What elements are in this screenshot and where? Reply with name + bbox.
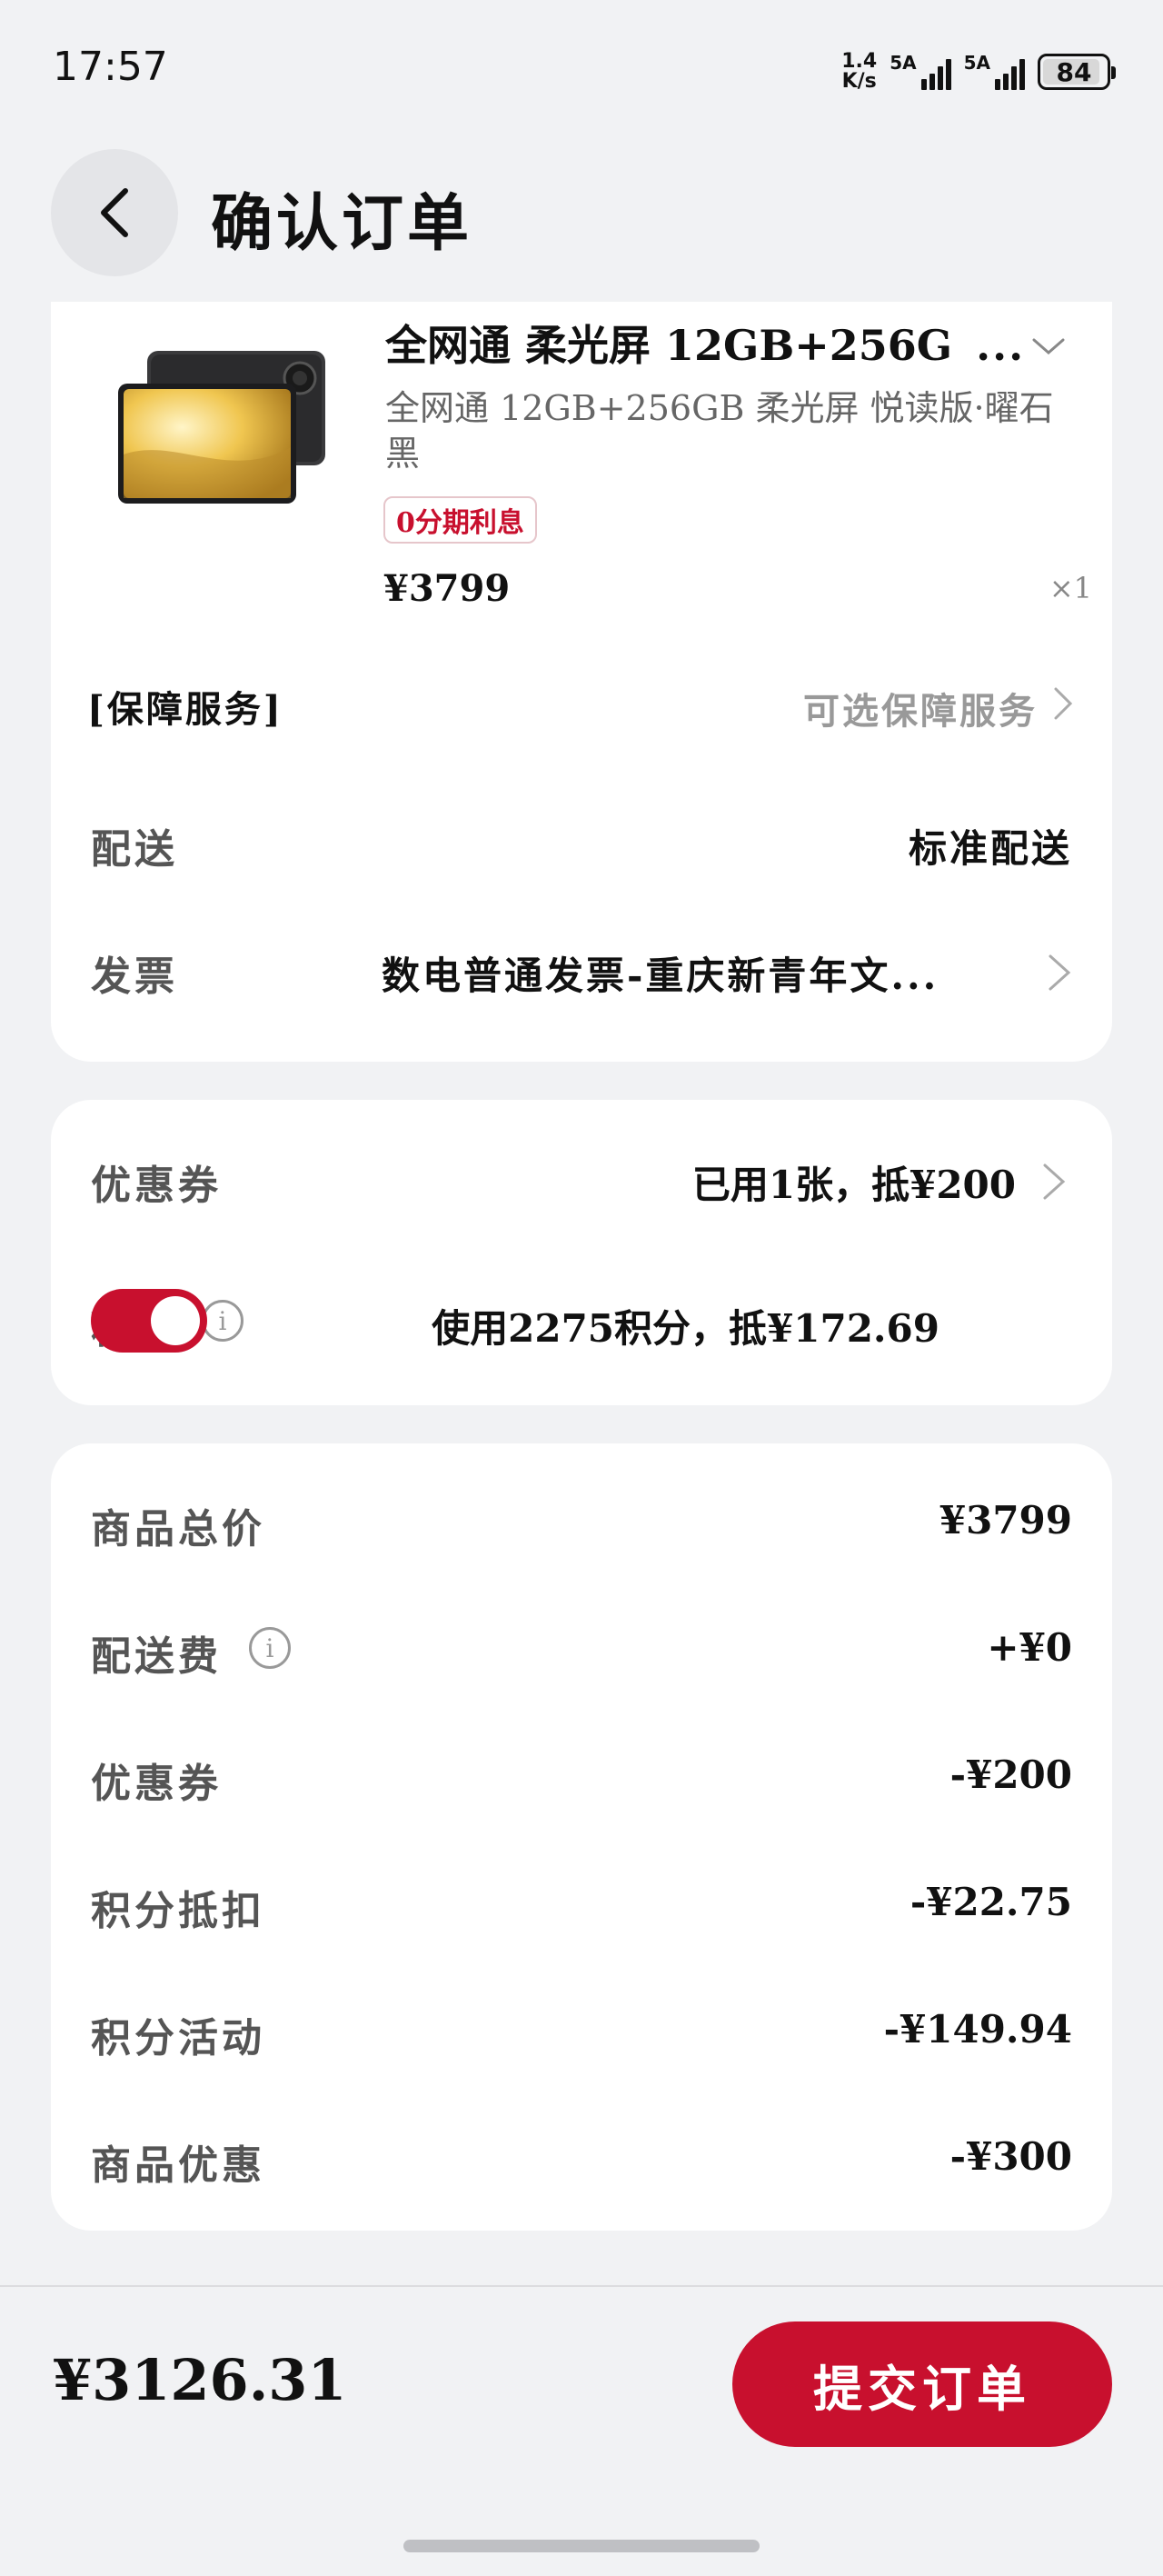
chevron-right-icon: [1043, 1163, 1066, 1200]
signal-icon: 5A: [890, 54, 951, 90]
points-toggle[interactable]: [91, 1289, 207, 1353]
summary-row: 商品总价 ¥3799: [91, 1498, 1072, 1553]
battery-icon: 84: [1038, 54, 1116, 90]
chevron-right-icon: [1049, 954, 1071, 991]
back-button[interactable]: [51, 149, 178, 276]
submit-order-button[interactable]: 提交订单: [732, 2321, 1112, 2447]
service-value: 可选保障服务: [803, 690, 1038, 733]
status-time: 17:57: [53, 44, 168, 90]
product-image[interactable]: [111, 345, 334, 545]
invoice-value: 数电普通发票-重庆新青年文...: [382, 954, 939, 998]
coupon-value: 已用1张，抵¥200: [691, 1163, 1016, 1207]
price-summary-card: 商品总价 ¥3799 配送费 i +¥0 优惠券 -¥200 积分抵扣 -¥22…: [51, 1443, 1112, 2231]
chevron-down-icon[interactable]: [1030, 336, 1067, 358]
coupon-label: 优惠券: [91, 1163, 222, 1209]
signal-icon: 5A: [964, 54, 1025, 90]
summary-row: 积分活动 -¥149.94: [91, 2007, 1072, 2062]
discount-card: 优惠券 已用1张，抵¥200 积分 i 使用2275积分，抵¥172.69: [51, 1100, 1112, 1405]
status-icons: 1.4 K/s 5A 5A 84: [841, 47, 1116, 96]
order-total: ¥3126.31: [53, 2347, 347, 2413]
product-quantity: ×1: [1049, 571, 1092, 605]
product-price: ¥3799: [383, 567, 511, 610]
installment-badge: 0分期利息: [383, 496, 537, 544]
info-icon[interactable]: i: [202, 1300, 244, 1342]
points-value: 使用2275积分，抵¥172.69: [432, 1306, 939, 1351]
chevron-left-icon: [101, 188, 128, 237]
delivery-row: 配送 标准配送: [91, 816, 1072, 873]
order-item-card: 全网通 柔光屏 12GB+256G ... 全网通 12GB+256GB 柔光屏…: [51, 302, 1112, 1062]
chevron-right-icon: [1054, 687, 1073, 720]
coupon-row[interactable]: 优惠券 已用1张，抵¥200: [91, 1149, 1072, 1213]
home-indicator[interactable]: [403, 2540, 760, 2552]
summary-row: 配送费 i +¥0: [91, 1625, 1072, 1680]
delivery-value: 标准配送: [908, 826, 1072, 871]
service-label: [保障服务]: [87, 688, 283, 731]
summary-row: 商品优惠 -¥300: [91, 2134, 1072, 2189]
summary-row: 优惠券 -¥200: [91, 1752, 1072, 1807]
summary-row: 积分抵扣 -¥22.75: [91, 1880, 1072, 1934]
page-title: 确认订单: [211, 188, 473, 260]
invoice-row[interactable]: 发票 数电普通发票-重庆新青年文...: [91, 944, 1072, 1000]
invoice-label: 发票: [91, 954, 178, 1000]
service-row[interactable]: [保障服务] 可选保障服务: [87, 676, 1078, 733]
info-icon[interactable]: i: [249, 1627, 291, 1669]
points-row: 积分 i 使用2275积分，抵¥172.69: [91, 1285, 1072, 1358]
product-title[interactable]: 全网通 柔光屏 12GB+256G ...: [385, 313, 1039, 373]
network-speed: 1.4 K/s: [841, 50, 878, 93]
product-spec: 全网通 12GB+256GB 柔光屏 悦读版·曜石黑: [385, 388, 1054, 474]
delivery-label: 配送: [91, 826, 178, 873]
